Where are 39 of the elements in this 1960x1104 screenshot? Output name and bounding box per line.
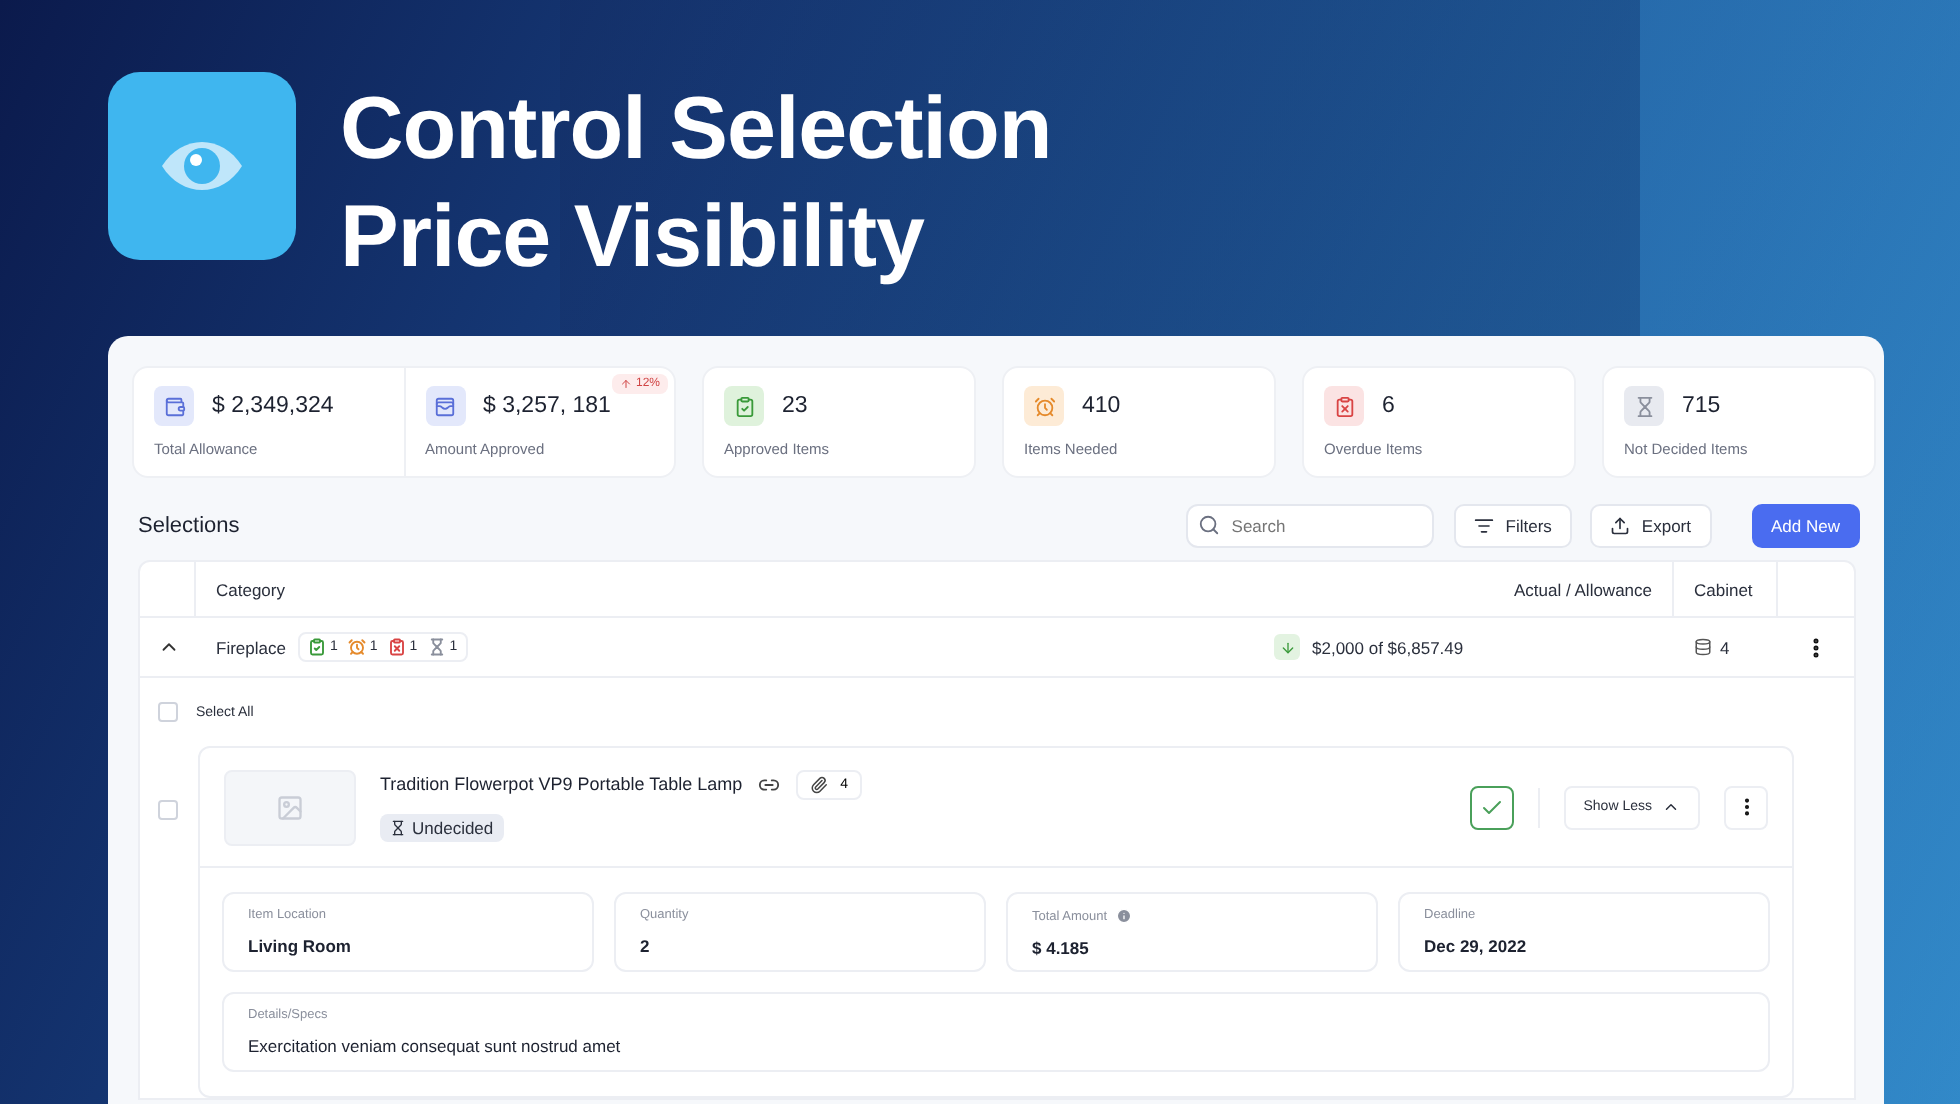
trend-icon bbox=[1274, 634, 1300, 660]
amount-text: $2,000 of $6,857.49 bbox=[1312, 637, 1464, 657]
category-name: Fireplace bbox=[216, 637, 286, 657]
export-button[interactable]: Export bbox=[1589, 504, 1711, 548]
column-header: Cabinet bbox=[1674, 562, 1778, 616]
paperclip-icon bbox=[810, 775, 829, 793]
checkbox[interactable] bbox=[158, 702, 178, 722]
image-placeholder bbox=[224, 769, 356, 845]
section-title: Selections bbox=[138, 514, 242, 538]
column-header: Category bbox=[214, 577, 287, 604]
approve-button[interactable] bbox=[1469, 785, 1514, 829]
stat-value: 6 bbox=[1382, 394, 1395, 418]
upload-icon bbox=[1609, 516, 1630, 536]
filter-icon bbox=[1473, 516, 1494, 536]
field-value: Exercitation veniam consequat sunt nostrud amet bbox=[248, 1036, 623, 1056]
column-header: Actual / Allowance bbox=[1274, 562, 1674, 616]
more-button[interactable] bbox=[1724, 785, 1768, 829]
filters-button[interactable]: Filters bbox=[1453, 504, 1572, 548]
search-field[interactable]: Search bbox=[1185, 504, 1434, 548]
field-value: Living Room bbox=[248, 936, 353, 956]
add-button[interactable]: Add New bbox=[1751, 504, 1860, 548]
stat-value: 410 bbox=[1082, 394, 1121, 418]
headline: Price Visibility bbox=[340, 186, 927, 290]
search-icon bbox=[1197, 514, 1220, 536]
cabinet-count: 4 bbox=[1720, 637, 1730, 657]
stat-value: 715 bbox=[1682, 394, 1721, 418]
field-value: 2 bbox=[640, 936, 652, 956]
item-title: Tradition Flowerpot VP9 Portable Table Lamp bbox=[380, 774, 743, 794]
headline: Control Selection bbox=[340, 78, 1052, 182]
hourglass-icon bbox=[390, 819, 406, 835]
stat-value: 23 bbox=[782, 394, 808, 418]
field-value: Dec 29, 2022 bbox=[1424, 936, 1529, 956]
checkbox[interactable] bbox=[158, 800, 178, 820]
stat-value: $ 3,257, 181 bbox=[483, 394, 611, 418]
check-icon bbox=[1479, 795, 1504, 819]
stat-value: $ 2,349,324 bbox=[212, 394, 334, 418]
status-tag: Undecided bbox=[380, 813, 504, 841]
field-value: $ 4.185 bbox=[1032, 938, 1091, 958]
chevron-icon bbox=[1662, 798, 1680, 816]
